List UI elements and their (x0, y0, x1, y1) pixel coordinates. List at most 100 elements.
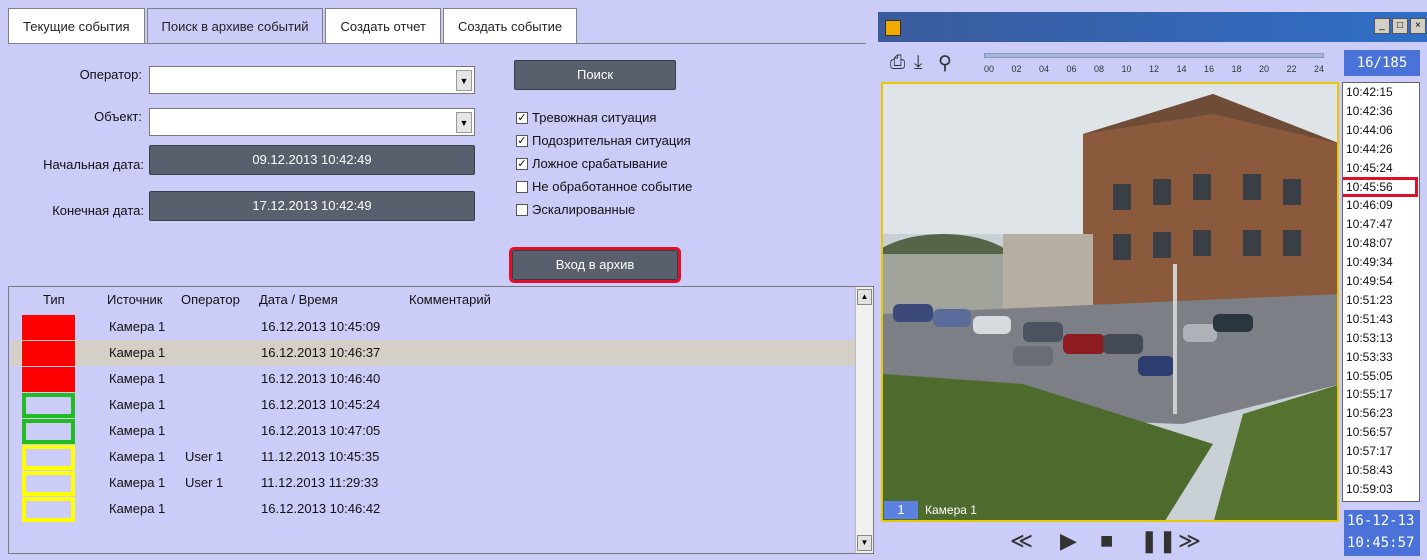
timestamp-item[interactable]: 10:53:33 (1346, 350, 1393, 364)
filter-checkbox-2[interactable]: ✓ Ложное срабатывание (516, 156, 668, 171)
filter-checkbox-0[interactable]: ✓ Тревожная ситуация (516, 110, 656, 125)
object-select[interactable]: ▼ (149, 108, 475, 136)
filter-checkbox-1[interactable]: ✓ Подозрительная ситуация (516, 133, 691, 148)
table-row[interactable]: Камера 1 User 1 11.12.2013 11:29:33 (11, 470, 855, 496)
tab-create-report[interactable]: Создать отчет (325, 8, 441, 44)
tab-bar: Текущие события Поиск в архиве событий С… (8, 8, 579, 44)
cell-datetime: 16.12.2013 10:47:05 (261, 423, 381, 438)
tab-create-event[interactable]: Создать событие (442, 8, 578, 44)
event-type-indicator (22, 393, 75, 418)
cell-datetime: 16.12.2013 10:46:37 (261, 345, 381, 360)
timestamp-item[interactable]: 10:45:56 (1343, 176, 1418, 197)
filter-label: Ложное срабатывание (532, 156, 668, 171)
timestamp-item[interactable]: 10:49:34 (1346, 255, 1393, 269)
fast-forward-icon[interactable]: ≫ (1178, 528, 1201, 554)
table-row[interactable]: Камера 1 User 1 11.12.2013 10:45:35 (11, 444, 855, 470)
timeline-slider[interactable] (984, 53, 1324, 58)
checkbox-box[interactable]: ✓ (516, 157, 528, 170)
timestamp-item[interactable]: 10:59:03 (1346, 482, 1393, 496)
timestamp-item[interactable]: 10:46:09 (1346, 198, 1393, 212)
cell-datetime: 11.12.2013 11:29:33 (261, 475, 379, 490)
zoom-icon[interactable]: ⚲ (938, 52, 952, 75)
timestamp-item[interactable]: 10:44:06 (1346, 123, 1393, 137)
player-toolbar: ⎙ ⤓ ⚲ 00 02 04 06 08 10 12 14 16 18 20 22 24 (878, 42, 1348, 82)
timestamp-item[interactable]: 10:56:23 (1346, 406, 1393, 420)
filter-label: Подозрительная ситуация (532, 133, 691, 148)
timeline-tick: 20 (1259, 64, 1270, 74)
minimize-button[interactable]: _ (1374, 18, 1390, 34)
operator-label: Оператор: (79, 67, 142, 82)
timestamp-item[interactable]: 10:48:07 (1346, 236, 1393, 250)
timestamp-list[interactable]: 10:42:15 10:42:36 10:44:06 10:44:26 10:45:24… (1342, 82, 1420, 502)
col-comment[interactable]: Комментарий (409, 292, 491, 307)
stop-icon[interactable]: ■ (1100, 528, 1113, 554)
scroll-down-icon[interactable]: ▼ (857, 535, 872, 551)
cell-source: Камера 1 (109, 345, 166, 360)
current-datetime-display: 16-12-13 10:45:57 (1344, 510, 1420, 556)
checkbox-box[interactable]: ✓ (516, 134, 528, 147)
timeline-tick: 16 (1204, 64, 1215, 74)
camera-name: Камера 1 (925, 503, 977, 517)
tab-current-events[interactable]: Текущие события (8, 8, 145, 44)
timestamp-item[interactable]: 10:42:36 (1346, 104, 1393, 118)
col-source[interactable]: Источник (107, 292, 163, 307)
close-button[interactable]: × (1410, 18, 1426, 34)
end-date-field[interactable]: 17.12.2013 10:42:49 (149, 191, 475, 221)
timestamp-item[interactable]: 10:53:13 (1346, 331, 1393, 345)
checkbox-box[interactable] (516, 203, 528, 216)
timeline-tick: 00 (984, 64, 995, 74)
start-date-field[interactable]: 09.12.2013 10:42:49 (149, 145, 475, 175)
enter-archive-button[interactable]: Вход в архив (509, 247, 681, 283)
timestamp-item[interactable]: 10:58:43 (1346, 463, 1393, 477)
timestamp-item[interactable]: 10:56:57 (1346, 425, 1393, 439)
current-time: 10:45:57 (1347, 535, 1415, 551)
scroll-up-icon[interactable]: ▲ (857, 289, 872, 305)
tab-archive-search[interactable]: Поиск в архиве событий (146, 8, 324, 44)
search-button[interactable]: Поиск (514, 60, 676, 90)
camera-video-frame[interactable] (881, 82, 1339, 522)
filter-checkbox-3[interactable]: Не обработанное событие (516, 179, 692, 194)
timestamp-item[interactable]: 10:44:26 (1346, 142, 1393, 156)
timestamp-item[interactable]: 10:51:43 (1346, 312, 1393, 326)
timestamp-item[interactable]: 10:47:47 (1346, 217, 1393, 231)
camera-scene-image (883, 84, 1337, 520)
print-icon[interactable]: ⎙ (890, 52, 905, 74)
table-row[interactable]: Камера 1 16.12.2013 10:45:09 (11, 314, 855, 340)
timeline-tick: 14 (1176, 64, 1187, 74)
cell-operator: User 1 (185, 475, 224, 490)
cell-source: Камера 1 (109, 475, 166, 490)
timeline-tick: 08 (1094, 64, 1105, 74)
timestamp-item[interactable]: 10:57:17 (1346, 444, 1393, 458)
table-row[interactable]: Камера 1 16.12.2013 10:46:42 (11, 496, 855, 522)
pause-icon[interactable]: ❚❚ (1140, 528, 1177, 554)
table-scrollbar[interactable]: ▲ ▼ (855, 287, 873, 553)
checkbox-box[interactable] (516, 180, 528, 193)
filter-checkbox-4[interactable]: Эскалированные (516, 202, 635, 217)
checkbox-box[interactable]: ✓ (516, 111, 528, 124)
maximize-button[interactable]: □ (1392, 18, 1408, 34)
start-date-label: Начальная дата: (43, 157, 144, 172)
table-row[interactable]: Камера 1 16.12.2013 10:47:05 (11, 418, 855, 444)
window-titlebar[interactable]: _ □ × (878, 12, 1427, 42)
rewind-icon[interactable]: ≪ (1010, 528, 1033, 554)
table-row[interactable]: Камера 1 16.12.2013 10:46:37 (11, 340, 855, 366)
timestamp-item[interactable]: 10:42:15 (1346, 85, 1393, 99)
timestamp-item[interactable]: 10:55:17 (1346, 387, 1393, 401)
table-row[interactable]: Камера 1 16.12.2013 10:46:40 (11, 366, 855, 392)
download-icon[interactable]: ⤓ (914, 52, 922, 74)
table-row[interactable]: Камера 1 16.12.2013 10:45:24 (11, 392, 855, 418)
timestamp-item[interactable]: 10:51:23 (1346, 293, 1393, 307)
col-type[interactable]: Тип (43, 292, 65, 307)
chevron-down-icon[interactable]: ▼ (456, 70, 472, 91)
frame-counter: 16/185 (1344, 50, 1420, 76)
timestamp-item[interactable]: 10:55:05 (1346, 369, 1393, 383)
timestamp-item[interactable]: 10:49:54 (1346, 274, 1393, 288)
col-operator[interactable]: Оператор (181, 292, 240, 307)
col-datetime[interactable]: Дата / Время (259, 292, 338, 307)
timestamp-item[interactable]: 10:45:24 (1346, 161, 1393, 175)
chevron-down-icon[interactable]: ▼ (456, 112, 472, 133)
operator-select[interactable]: ▼ (149, 66, 475, 94)
play-icon[interactable]: ▶ (1060, 528, 1077, 554)
cell-operator: User 1 (185, 449, 224, 464)
current-date: 16-12-13 (1347, 513, 1415, 529)
